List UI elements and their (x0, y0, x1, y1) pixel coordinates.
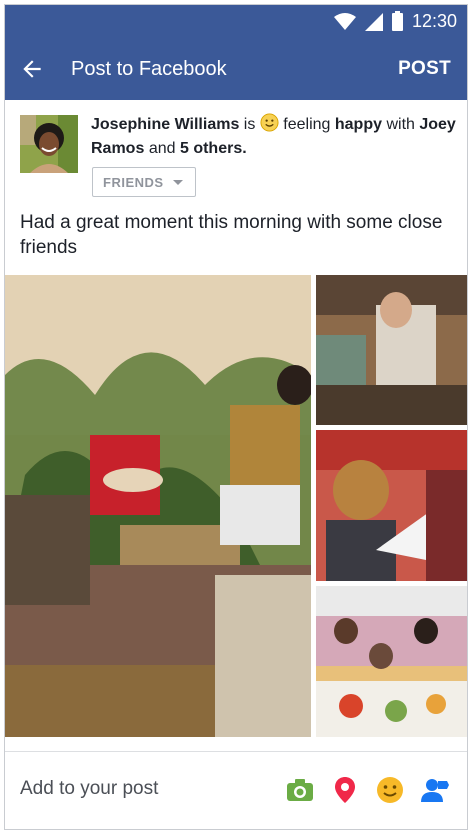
is-text: is (243, 116, 256, 133)
app-bar: Post to Facebook POST (5, 39, 467, 100)
status-time: 12:30 (411, 11, 457, 31)
photo-bookshop[interactable] (316, 275, 467, 425)
feeling-value[interactable]: happy (335, 116, 382, 133)
audience-selector[interactable]: FRIENDS (92, 167, 196, 197)
post-button[interactable]: POST (398, 58, 451, 80)
page-title: Post to Facebook (71, 58, 227, 80)
avatar[interactable] (20, 115, 78, 173)
photo-child-paper-plane[interactable] (316, 430, 467, 581)
add-to-post-bar[interactable]: Add to your post (5, 751, 467, 829)
tagged-others[interactable]: 5 others. (180, 140, 247, 157)
back-arrow-icon[interactable] (19, 56, 45, 82)
author-name[interactable]: Josephine Williams (91, 116, 239, 133)
author-line: Josephine Williams is feeling happy with… (91, 113, 461, 161)
feeling-text: feeling (283, 116, 331, 133)
wifi-icon (333, 12, 356, 30)
photo-grid (5, 275, 467, 737)
and-text: and (148, 140, 176, 157)
feeling-emoji-icon[interactable] (375, 775, 405, 805)
post-text[interactable]: Had a great moment this morning with som… (20, 210, 460, 260)
signal-icon (364, 12, 383, 31)
battery-icon (391, 10, 403, 31)
with-text: with (386, 116, 415, 133)
photo-main-room[interactable] (5, 275, 311, 737)
location-pin-icon[interactable] (330, 775, 360, 805)
tag-friends-icon[interactable] (420, 775, 450, 805)
audience-label: FRIENDS (103, 175, 164, 190)
app-frame: 12:30 Post to Facebook POST Josephine Wi… (4, 4, 468, 830)
author-row: Josephine Williams is feeling happy with… (5, 100, 467, 206)
add-to-post-label: Add to your post (20, 778, 159, 799)
status-bar: 12:30 (5, 5, 467, 39)
photo-dinner-table[interactable] (316, 586, 467, 737)
camera-icon[interactable] (285, 775, 315, 805)
smile-emoji-icon (260, 113, 279, 132)
caret-down-icon (173, 180, 183, 185)
